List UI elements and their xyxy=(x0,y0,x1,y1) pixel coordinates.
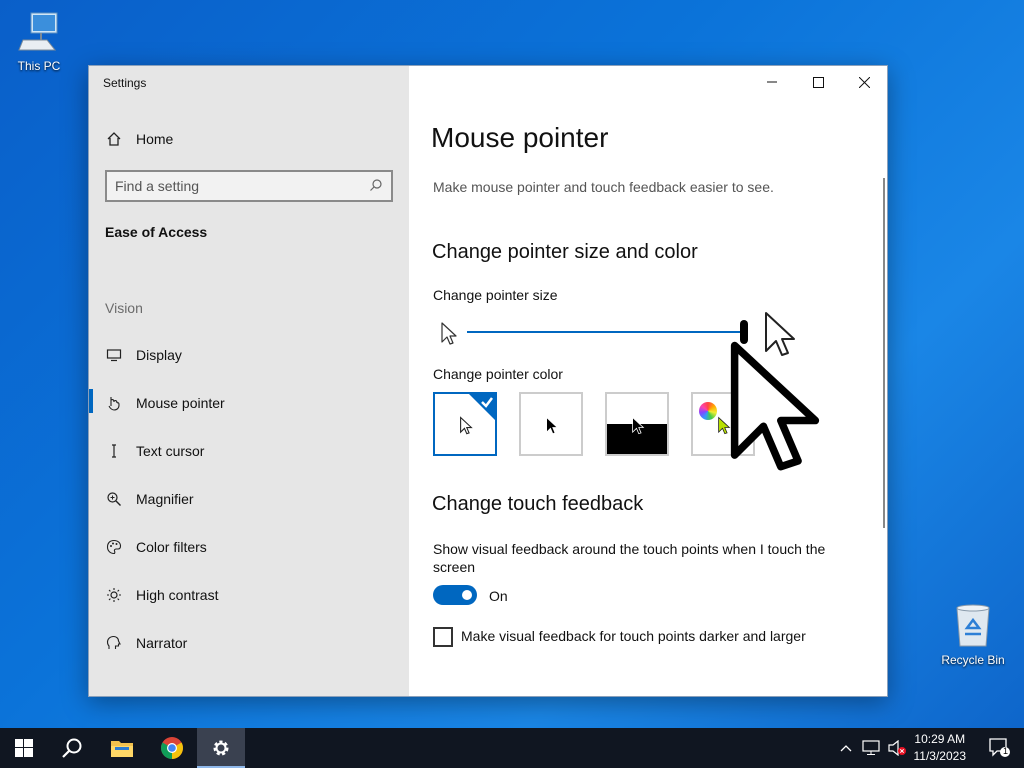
color-filters-icon xyxy=(105,538,123,556)
toggle-state-label: On xyxy=(489,588,508,604)
text-cursor-icon xyxy=(105,442,123,460)
sidebar-item-narrator[interactable]: Narrator xyxy=(105,634,187,652)
file-explorer-button[interactable] xyxy=(98,728,146,768)
settings-taskbar-button[interactable] xyxy=(197,728,245,768)
group-label-text: Vision xyxy=(105,300,143,316)
high-contrast-icon xyxy=(105,586,123,604)
maximize-button[interactable] xyxy=(795,66,841,98)
sidebar: Settings Home Find a setting Ease of Acc… xyxy=(89,66,409,696)
network-icon xyxy=(862,740,880,755)
volume-muted-icon xyxy=(888,740,906,756)
section-title: Ease of Access xyxy=(105,224,207,240)
settings-window: Settings Home Find a setting Ease of Acc… xyxy=(88,65,888,697)
sidebar-item-label: Magnifier xyxy=(136,491,194,507)
white-pointer-icon xyxy=(460,416,473,435)
pointer-color-black[interactable] xyxy=(519,392,583,456)
sidebar-item-mouse-pointer[interactable]: Mouse pointer xyxy=(105,394,225,412)
taskbar: 10:29 AM 11/3/2023 1 xyxy=(0,728,1024,768)
search-placeholder: Find a setting xyxy=(115,178,200,194)
touch-feedback-description: Show visual feedback around the touch po… xyxy=(433,541,826,575)
desktop-icon-label: This PC xyxy=(17,59,61,73)
sidebar-item-label: Narrator xyxy=(136,635,188,651)
action-center-button[interactable]: 1 xyxy=(976,728,1024,768)
minimize-button[interactable] xyxy=(749,66,795,98)
sidebar-item-magnifier[interactable]: Magnifier xyxy=(105,490,194,508)
pointer-size-slider[interactable] xyxy=(467,331,743,333)
clock-date: 11/3/2023 xyxy=(913,749,967,763)
desktop-icon-this-pc[interactable]: This PC xyxy=(4,10,74,73)
maximize-icon xyxy=(812,76,824,88)
inverted-pointer-icon xyxy=(632,416,645,435)
gear-icon xyxy=(213,740,229,756)
small-pointer-icon xyxy=(441,322,457,345)
magnifier-icon xyxy=(105,490,123,508)
close-icon xyxy=(858,76,870,88)
sidebar-item-color-filters[interactable]: Color filters xyxy=(105,538,207,556)
window-controls xyxy=(749,66,887,98)
computer-icon xyxy=(18,12,58,51)
pointer-color-label: Change pointer color xyxy=(433,366,563,382)
color-wheel-icon xyxy=(699,402,717,420)
narrator-icon xyxy=(105,634,123,652)
pointer-color-white[interactable] xyxy=(433,392,497,456)
black-pointer-icon xyxy=(546,416,559,435)
folder-icon xyxy=(111,741,133,757)
sidebar-item-label: Home xyxy=(136,131,174,147)
volume-button[interactable] xyxy=(884,728,910,768)
large-cursor-icon xyxy=(730,341,820,471)
search-button[interactable] xyxy=(48,728,96,768)
sidebar-item-label: Text cursor xyxy=(136,443,205,459)
window-title: Settings xyxy=(103,76,147,90)
desktop-icon-label: Recycle Bin xyxy=(941,653,1005,667)
minimize-icon xyxy=(767,81,777,83)
system-clock[interactable]: 10:29 AM 11/3/2023 xyxy=(914,731,967,765)
page-title: Mouse pointer xyxy=(431,122,609,153)
pointer-color-inverted[interactable] xyxy=(605,392,669,456)
close-button[interactable] xyxy=(841,66,887,98)
sidebar-item-label: Mouse pointer xyxy=(136,395,225,411)
sidebar-item-high-contrast[interactable]: High contrast xyxy=(105,586,218,604)
darker-feedback-checkbox[interactable] xyxy=(433,627,453,647)
clock-time: 10:29 AM xyxy=(914,732,966,746)
selection-indicator xyxy=(89,389,93,413)
sidebar-item-label: High contrast xyxy=(136,587,219,603)
desktop-icon-recycle-bin[interactable]: Recycle Bin xyxy=(938,602,1008,667)
main-content: Mouse pointer Make mouse pointer and tou… xyxy=(409,66,887,696)
sidebar-item-label: Color filters xyxy=(136,539,207,555)
recycle-bin-icon xyxy=(956,604,990,647)
show-hidden-icons-button[interactable] xyxy=(834,728,858,768)
start-button[interactable] xyxy=(0,728,48,768)
search-icon xyxy=(369,178,383,195)
sidebar-item-text-cursor[interactable]: Text cursor xyxy=(105,442,204,460)
display-icon xyxy=(105,346,123,364)
darker-feedback-label: Make visual feedback for touch points da… xyxy=(461,628,806,644)
toggle-knob xyxy=(462,590,472,600)
taskbar-search-icon xyxy=(62,738,82,758)
touch-feedback-heading: Change touch feedback xyxy=(432,493,644,515)
search-input[interactable]: Find a setting xyxy=(105,170,393,202)
pointer-size-label: Change pointer size xyxy=(433,287,558,303)
mouse-pointer-icon xyxy=(105,394,123,412)
sidebar-item-home[interactable]: Home xyxy=(105,130,173,148)
chrome-button[interactable] xyxy=(148,728,196,768)
size-color-heading: Change pointer size and color xyxy=(432,241,698,263)
network-button[interactable] xyxy=(858,728,884,768)
notification-count: 1 xyxy=(1003,746,1009,756)
windows-logo-icon xyxy=(15,739,33,757)
section-title-label: Ease of Access xyxy=(105,224,208,240)
home-icon xyxy=(105,130,123,148)
chrome-icon xyxy=(161,737,183,759)
page-subtitle: Make mouse pointer and touch feedback ea… xyxy=(433,179,774,195)
scrollbar[interactable] xyxy=(883,178,885,528)
sidebar-item-display[interactable]: Display xyxy=(105,346,182,364)
sidebar-item-label: Display xyxy=(136,347,182,363)
touch-feedback-toggle[interactable] xyxy=(433,585,477,605)
chevron-up-icon xyxy=(840,745,852,752)
group-label: Vision xyxy=(105,300,143,316)
